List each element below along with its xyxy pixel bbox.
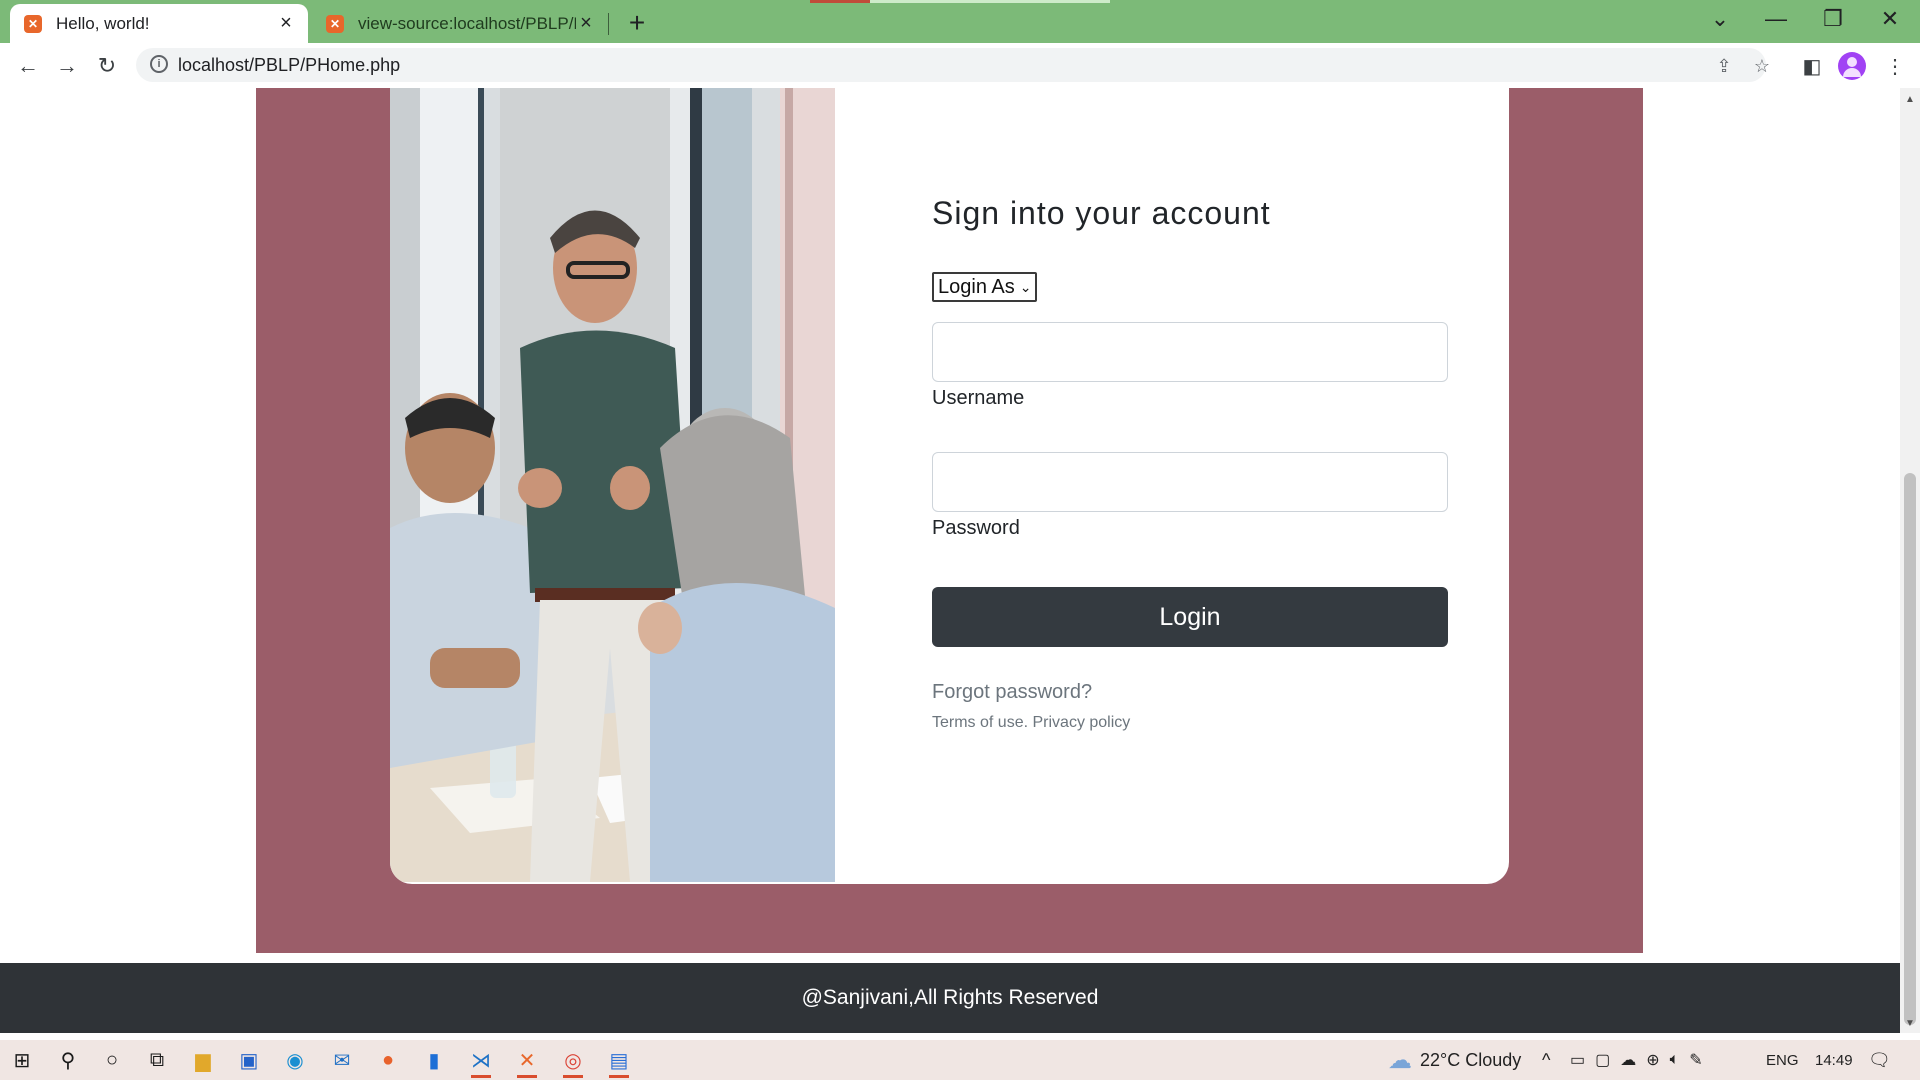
xampp-icon[interactable]: ✕ [509, 1044, 545, 1078]
clock[interactable]: 14:49 [1815, 1040, 1853, 1080]
meet-now-icon[interactable]: ▢ [1595, 1050, 1610, 1070]
tab-strip: ✕ Hello, world! × ✕ view-source:localhos… [0, 0, 1920, 43]
photos-icon[interactable]: ▤ [601, 1044, 637, 1078]
chevron-down-icon: ⌄ [1019, 278, 1032, 295]
address-bar[interactable]: i localhost/PBLP/PHome.php ⇪ ☆ [136, 48, 1770, 82]
tab-separator [608, 13, 609, 35]
chrome-icon[interactable]: ◎ [555, 1044, 591, 1078]
scrollbar-thumb[interactable] [1904, 473, 1916, 1025]
show-hidden-icons-icon[interactable]: ^ [1542, 1040, 1550, 1080]
reload-button[interactable]: ↻ [91, 50, 123, 82]
onedrive-icon[interactable]: ☁ [1620, 1050, 1636, 1070]
login-button[interactable]: Login [932, 587, 1448, 647]
battery-icon[interactable]: ▭ [1570, 1050, 1585, 1070]
close-tab-icon[interactable]: × [276, 12, 296, 34]
page-viewport: Sign into your account Login As ⌄ Userna… [0, 88, 1900, 1033]
page-footer: @Sanjivani,All Rights Reserved [0, 963, 1900, 1033]
url-text[interactable]: localhost/PBLP/PHome.php [178, 55, 400, 76]
search-icon[interactable]: ⚲ [50, 1044, 86, 1076]
office-meeting-photo [390, 88, 835, 882]
xampp-favicon-icon: ✕ [24, 14, 42, 33]
tab-loading-indicator [810, 0, 870, 3]
menu-kebab-icon[interactable]: ⋮ [1880, 51, 1910, 81]
share-icon[interactable]: ⇪ [1712, 54, 1736, 78]
minimize-button[interactable]: — [1756, 4, 1796, 34]
notepad-icon[interactable]: ▮ [416, 1044, 452, 1076]
form-title: Sign into your account [932, 195, 1271, 231]
mail-icon[interactable]: ✉ [324, 1044, 360, 1076]
back-button[interactable]: ← [12, 50, 44, 82]
scroll-down-icon[interactable]: ▼ [1905, 1018, 1915, 1029]
network-globe-icon[interactable]: ⊕ [1646, 1050, 1659, 1070]
tab-hello-world[interactable]: ✕ Hello, world! × [10, 4, 308, 43]
new-tab-button[interactable]: + [622, 7, 652, 38]
tab-title: Hello, world! [56, 13, 150, 33]
footer-text: @Sanjivani,All Rights Reserved [801, 986, 1099, 1009]
bookmark-star-icon[interactable]: ☆ [1750, 54, 1774, 78]
close-tab-icon[interactable]: × [576, 12, 596, 34]
language-indicator[interactable]: ENG [1766, 1040, 1799, 1080]
xampp-favicon-icon: ✕ [326, 14, 344, 33]
volume-icon[interactable]: 🔈︎ [1670, 1051, 1680, 1069]
tab-search-icon[interactable]: ⌄ [1700, 4, 1740, 34]
cortana-icon[interactable]: ○ [94, 1044, 130, 1076]
page-scrollbar[interactable]: ▲ ▼ [1900, 88, 1920, 1033]
legal-links: Terms of use. Privacy policy [932, 714, 1130, 732]
tab-view-source[interactable]: ✕ view-source:localhost/PBLP/PHo × [312, 4, 608, 43]
weather-text: 22°C Cloudy [1420, 1049, 1522, 1070]
terms-of-use-link[interactable]: Terms of use. [932, 714, 1028, 731]
vscode-icon[interactable]: ⋊ [463, 1044, 499, 1078]
login-card: Sign into your account Login As ⌄ Userna… [390, 88, 1509, 884]
login-as-select[interactable]: Login As ⌄ [932, 272, 1037, 302]
privacy-policy-link[interactable]: Privacy policy [1032, 714, 1130, 731]
tab-loading-indicator [870, 0, 1110, 3]
system-tray-icons[interactable]: ▭ ▢ ☁ ⊕ 🔈︎ ✎ [1570, 1040, 1703, 1080]
password-label: Password [932, 517, 1020, 539]
site-info-icon[interactable]: i [150, 55, 168, 73]
restore-button[interactable]: ❐ [1813, 4, 1853, 34]
password-input[interactable] [932, 452, 1448, 512]
username-label: Username [932, 387, 1025, 409]
select-value: Login As [938, 275, 1015, 298]
firefox-icon[interactable]: ● [370, 1044, 406, 1076]
edge-icon[interactable]: ◉ [277, 1044, 313, 1076]
weather-widget[interactable]: ☁ 22°C Cloudy [1388, 1040, 1521, 1080]
windows-start-icon[interactable]: ⊞ [4, 1044, 40, 1076]
file-explorer-icon[interactable]: ▆ [185, 1044, 221, 1076]
task-view-icon[interactable]: ⧉ [139, 1044, 175, 1076]
notifications-icon[interactable]: 🗨︎ [1868, 1040, 1891, 1080]
forgot-password-link[interactable]: Forgot password? [932, 681, 1092, 704]
forward-button[interactable]: → [51, 50, 83, 82]
profile-avatar[interactable] [1838, 52, 1866, 80]
tab-title: view-source:localhost/PBLP/PHo [358, 13, 576, 33]
scroll-up-icon[interactable]: ▲ [1905, 94, 1915, 105]
cloud-icon: ☁ [1388, 1046, 1412, 1074]
windows-taskbar: ⊞ ⚲ ○ ⧉ ▆ ▣ ◉ ✉ ● ▮ ⋊ ✕ ◎ ▤ ☁ 22°C Cloud… [0, 1040, 1920, 1080]
store-icon[interactable]: ▣ [231, 1044, 267, 1076]
pen-icon[interactable]: ✎ [1689, 1050, 1702, 1070]
browser-toolbar: ← → ↻ i localhost/PBLP/PHome.php ⇪ ☆ ◧ ⋮ [0, 43, 1920, 88]
close-window-button[interactable]: ✕ [1870, 4, 1910, 34]
side-panel-icon[interactable]: ◧ [1797, 51, 1827, 81]
username-input[interactable] [932, 322, 1448, 382]
